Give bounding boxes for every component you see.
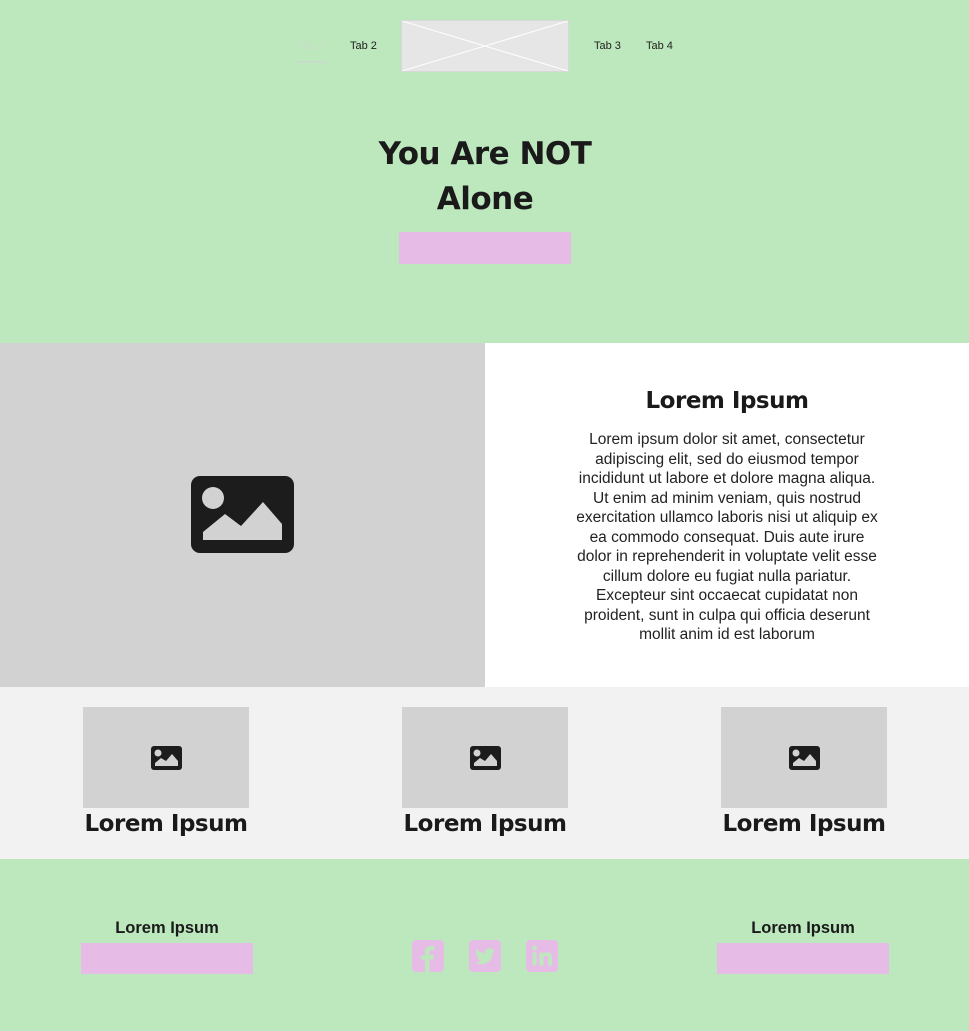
footer-right-button[interactable] — [717, 943, 889, 974]
card-title: Lorem Ipsum — [722, 811, 886, 837]
placeholder-cross-icon — [402, 21, 568, 71]
image-icon — [151, 746, 182, 770]
active-tab-indicator — [296, 61, 326, 63]
image-icon — [789, 746, 820, 770]
hero-title: You Are NOT Alone — [330, 132, 640, 222]
card-title: Lorem Ipsum — [403, 811, 567, 837]
card-image-placeholder — [83, 707, 249, 808]
hero-title-line-2: Alone — [436, 181, 534, 217]
card-image-placeholder — [721, 707, 887, 808]
footer-right-label: Lorem Ipsum — [751, 919, 855, 937]
feature-heading: Lorem Ipsum — [645, 388, 809, 414]
tab-4[interactable]: Tab 4 — [646, 40, 673, 52]
feature-section: Lorem Ipsum Lorem ipsum dolor sit amet, … — [0, 343, 969, 687]
footer-right-column: Lorem Ipsum — [717, 917, 889, 974]
hero-cta-button[interactable] — [399, 232, 571, 264]
card-3[interactable]: Lorem Ipsum — [721, 707, 887, 837]
card-2[interactable]: Lorem Ipsum — [402, 707, 568, 837]
hero-title-line-1: You Are NOT — [378, 136, 592, 172]
footer-left-label: Lorem Ipsum — [115, 919, 219, 937]
footer-left-button[interactable] — [81, 943, 253, 974]
facebook-icon[interactable] — [412, 940, 444, 972]
image-icon — [470, 746, 501, 770]
linkedin-icon[interactable] — [526, 940, 558, 972]
hero-section: Tab 1 Tab 2 Tab 3 Tab 4 You Are NOT Alon… — [0, 0, 969, 343]
card-1[interactable]: Lorem Ipsum — [83, 707, 249, 837]
footer-left-column: Lorem Ipsum — [81, 917, 253, 974]
tab-3[interactable]: Tab 3 — [594, 40, 621, 52]
logo-placeholder[interactable] — [401, 20, 569, 72]
card-title: Lorem Ipsum — [84, 811, 248, 837]
feature-text-panel: Lorem Ipsum Lorem ipsum dolor sit amet, … — [485, 343, 969, 687]
footer-section: Lorem Ipsum Lorem Ipsum — [0, 859, 969, 1031]
image-icon — [191, 476, 294, 553]
feature-body-text: Lorem ipsum dolor sit amet, consectetur … — [576, 431, 878, 643]
card-image-placeholder — [402, 707, 568, 808]
feature-image-placeholder — [0, 343, 485, 687]
tab-1[interactable]: Tab 1 — [298, 40, 325, 52]
tab-2[interactable]: Tab 2 — [350, 40, 377, 52]
twitter-icon[interactable] — [469, 940, 501, 972]
cards-section: Lorem Ipsum Lorem Ipsum Lorem Ipsum — [0, 687, 969, 859]
top-navigation: Tab 1 Tab 2 Tab 3 Tab 4 — [0, 0, 969, 80]
